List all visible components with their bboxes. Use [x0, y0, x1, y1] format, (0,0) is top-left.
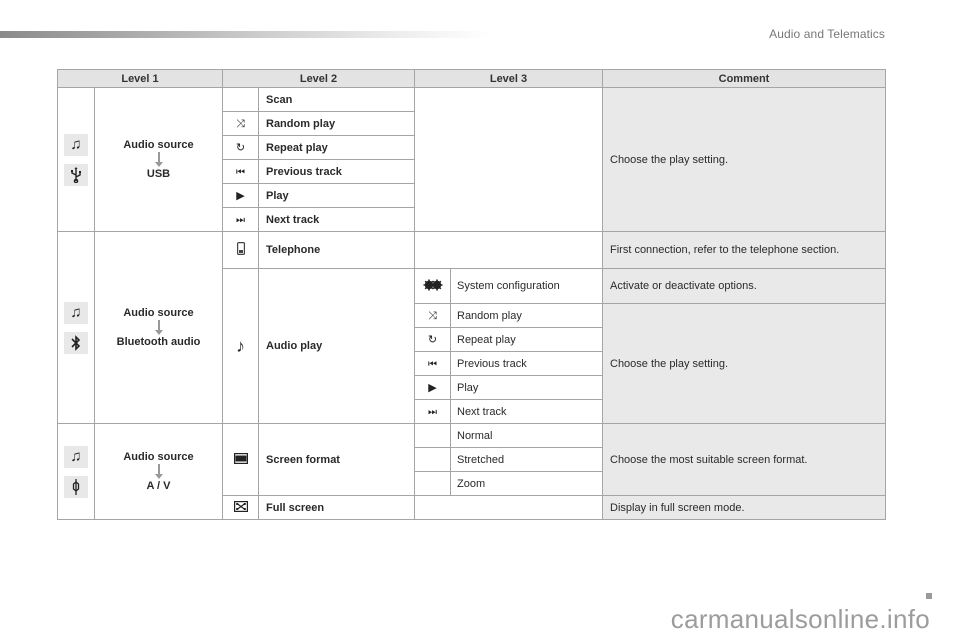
level2-icon-empty: [222, 87, 259, 112]
option-normal[interactable]: Normal: [450, 423, 603, 448]
repeat-icon: ↻: [235, 141, 246, 154]
menu-item-next-track[interactable]: Next track: [258, 207, 415, 232]
comment-full-screen: Display in full screen mode.: [602, 495, 886, 520]
table-row: ♫ Audio source A / V Screen format Norma…: [57, 423, 886, 520]
option-zoom[interactable]: Zoom: [450, 471, 603, 496]
level3-empty: [414, 495, 603, 520]
comment-telephone: First connection, refer to the telephone…: [602, 231, 886, 269]
column-header-comment: Comment: [602, 69, 886, 88]
header-gradient-bar: [0, 31, 490, 38]
column-header-level2: Level 2: [222, 69, 415, 88]
column-header-level3: Level 3: [414, 69, 603, 88]
shuffle-icon: ⤨: [236, 117, 245, 130]
screen-format-icon: [233, 452, 248, 467]
level3-empty: [414, 87, 603, 232]
menu-item-full-screen[interactable]: Full screen: [258, 495, 415, 520]
comment-usb: Choose the play setting.: [602, 87, 886, 232]
menu-item-random-play[interactable]: Random play: [258, 111, 415, 136]
previous-track-icon: ⏮: [236, 166, 245, 178]
source-label: Audio source: [123, 307, 194, 319]
level1-source-usb: Audio source USB: [94, 87, 223, 232]
menu-item-screen-format[interactable]: Screen format: [258, 423, 415, 496]
level1-icons-bluetooth: ♫: [57, 231, 95, 424]
arrow-down-icon: [154, 464, 163, 479]
level3-empty: [414, 231, 603, 269]
comment-screen-format: Choose the most suitable screen format.: [602, 423, 886, 496]
usb-icon: [64, 163, 88, 186]
music-note-icon: ♫: [64, 133, 88, 156]
menu-item-audio-play[interactable]: Audio play: [258, 268, 415, 424]
column-header-level1: Level 1: [57, 69, 223, 88]
next-track-icon: ⏭: [236, 214, 245, 226]
table-header-row: Level 1 Level 2 Level 3 Comment: [57, 69, 886, 88]
play-icon: ▶: [428, 381, 437, 394]
table-row: ♫ Audio source Bluetooth audio Telephone…: [57, 231, 886, 424]
menu-item-previous-track[interactable]: Previous track: [450, 351, 603, 376]
menu-item-play[interactable]: Play: [450, 375, 603, 400]
menu-item-previous-track[interactable]: Previous track: [258, 159, 415, 184]
menu-item-repeat-play[interactable]: Repeat play: [450, 327, 603, 352]
level1-source-bluetooth: Audio source Bluetooth audio: [94, 231, 223, 424]
music-note-icon: ♫: [64, 445, 88, 468]
target-label: A / V: [146, 480, 171, 492]
play-icon: ▶: [236, 189, 245, 202]
menu-item-next-track[interactable]: Next track: [450, 399, 603, 424]
menu-item-telephone[interactable]: Telephone: [258, 231, 415, 269]
menu-item-repeat-play[interactable]: Repeat play: [258, 135, 415, 160]
shuffle-icon: ⤨: [428, 309, 437, 322]
menu-item-random-play[interactable]: Random play: [450, 303, 603, 328]
eighth-note-icon: ♪: [236, 335, 245, 356]
av-jack-icon: [64, 475, 88, 498]
repeat-icon: ↻: [427, 333, 438, 346]
target-label: USB: [146, 168, 171, 180]
menu-item-system-configuration[interactable]: System configuration: [450, 268, 603, 304]
comment-audio-play: Choose the play setting.: [602, 303, 886, 424]
arrow-down-icon: [154, 320, 163, 335]
phone-icon: [236, 242, 245, 258]
level1-source-av: Audio source A / V: [94, 423, 223, 520]
bluetooth-icon: [64, 331, 88, 354]
music-note-icon: ♫: [64, 301, 88, 324]
comment-system-configuration: Activate or deactivate options.: [602, 268, 886, 304]
previous-track-icon: ⏮: [428, 358, 437, 370]
menu-item-play[interactable]: Play: [258, 183, 415, 208]
full-screen-icon: [233, 500, 248, 515]
section-title: Audio and Telematics: [769, 27, 885, 41]
source-label: Audio source: [123, 139, 194, 151]
table-row: ♫ Audio source USB Scan Choose the play …: [57, 87, 886, 232]
source-label: Audio source: [123, 451, 194, 463]
menu-item-scan[interactable]: Scan: [258, 87, 415, 112]
menu-reference-table: Level 1 Level 2 Level 3 Comment ♫ Audio …: [57, 69, 886, 520]
level1-icons-av: ♫: [57, 423, 95, 520]
option-stretched[interactable]: Stretched: [450, 447, 603, 472]
gears-icon: [423, 279, 443, 294]
next-track-icon: ⏭: [428, 406, 437, 418]
page-marker: [926, 593, 932, 599]
watermark: carmanualsonline.info: [670, 604, 930, 634]
level1-icons-usb: ♫: [57, 87, 95, 232]
target-label: Bluetooth audio: [116, 336, 201, 348]
arrow-down-icon: [154, 152, 163, 167]
